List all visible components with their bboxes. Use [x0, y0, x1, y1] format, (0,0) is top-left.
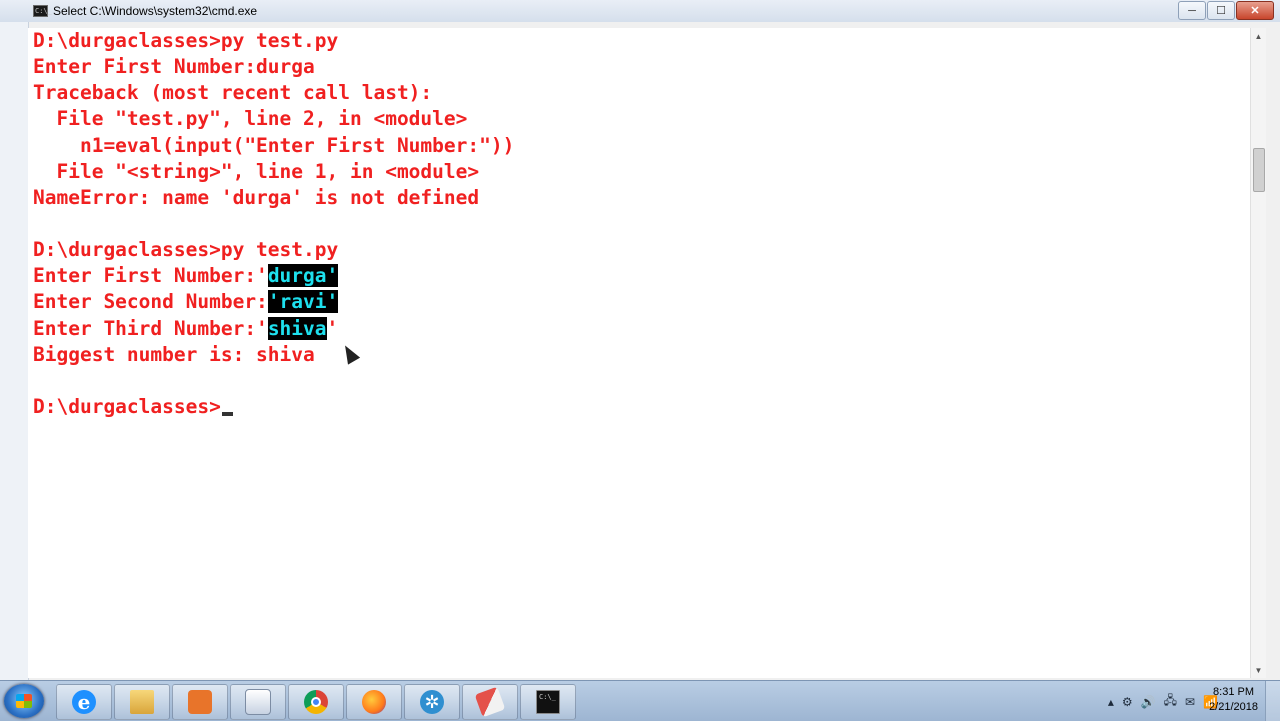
- taskbar-settings-app[interactable]: ✲: [404, 684, 460, 720]
- console-lines: D:\durgaclasses>py test.py Enter First N…: [33, 28, 514, 420]
- console-line: Traceback (most recent call last):: [33, 81, 433, 105]
- command-prompt-icon: C:\_: [536, 690, 560, 714]
- console-line: File "test.py", line 2, in <module>: [33, 107, 468, 131]
- taskbar-clock[interactable]: 8:31 PM 2/21/2018: [1209, 685, 1258, 715]
- input-prompt-text: Enter Second Number:: [33, 290, 268, 314]
- taskbar-eraser-app[interactable]: [462, 684, 518, 720]
- clock-date: 2/21/2018: [1209, 701, 1258, 713]
- window-title-bar[interactable]: C:\_ Select C:\Windows\system32\cmd.exe …: [0, 0, 1280, 23]
- console-line: Enter First Number:durga: [33, 55, 315, 79]
- firefox-icon: [362, 690, 386, 714]
- console-line-second-input: Enter Second Number:'ravi': [33, 289, 514, 315]
- settings-gear-icon: ✲: [420, 690, 444, 714]
- internet-explorer-icon: e: [72, 690, 96, 714]
- input-prompt-text: Enter First Number:': [33, 264, 268, 288]
- scroll-up-arrow-icon[interactable]: ▲: [1251, 28, 1266, 44]
- scroll-down-arrow-icon[interactable]: ▼: [1251, 662, 1266, 678]
- taskbar-internet-explorer[interactable]: e: [56, 684, 112, 720]
- window-controls: ─ ☐ ✕: [1177, 1, 1274, 20]
- start-button[interactable]: [4, 684, 44, 718]
- documents-icon: [245, 689, 271, 715]
- console-line: D:\durgaclasses>py test.py: [33, 238, 339, 262]
- console-line-third-input: Enter Third Number:'shiva': [33, 316, 514, 342]
- console-line-blank: [33, 368, 514, 394]
- chrome-icon: [304, 690, 328, 714]
- eraser-icon: [474, 686, 506, 718]
- clock-time: 8:31 PM: [1213, 686, 1255, 698]
- console-line-result: Biggest number is: shiva: [33, 342, 315, 366]
- selected-text[interactable]: shiva: [267, 316, 327, 340]
- console-line: n1=eval(input("Enter First Number:")): [33, 133, 515, 157]
- windows-logo-icon: [16, 694, 32, 708]
- action-center-icon[interactable]: ✉: [1185, 695, 1195, 709]
- media-player-icon: [188, 690, 212, 714]
- selected-text[interactable]: durga': [267, 264, 339, 288]
- input-trailing-text: ': [326, 316, 339, 340]
- taskbar-file-explorer[interactable]: [114, 684, 170, 720]
- show-desktop-button[interactable]: [1265, 681, 1280, 721]
- volume-icon[interactable]: 🔊: [1141, 695, 1156, 709]
- taskbar-chrome[interactable]: [288, 684, 344, 720]
- vertical-scrollbar[interactable]: ▲ ▼: [1250, 28, 1266, 678]
- console-line: NameError: name 'durga' is not defined: [33, 185, 480, 209]
- selected-text[interactable]: 'ravi': [267, 290, 339, 314]
- window-title: Select C:\Windows\system32\cmd.exe: [53, 4, 258, 18]
- show-hidden-icons-icon[interactable]: ▴: [1108, 695, 1114, 709]
- console-prompt-line[interactable]: D:\durgaclasses>: [33, 394, 514, 420]
- cmd-window-icon[interactable]: C:\_: [33, 5, 52, 17]
- scrollbar-thumb[interactable]: [1253, 148, 1265, 192]
- folder-icon: [130, 690, 154, 714]
- input-prompt-text: Enter Third Number:': [33, 316, 268, 340]
- text-caret: [221, 411, 233, 416]
- maximize-button[interactable]: ☐: [1207, 1, 1235, 20]
- close-button[interactable]: ✕: [1236, 1, 1274, 20]
- taskbar-media-player[interactable]: [172, 684, 228, 720]
- console-line-first-input: Enter First Number:'durga': [33, 263, 514, 289]
- network-icon[interactable]: 🖧: [1164, 691, 1177, 712]
- console-output-area[interactable]: D:\durgaclasses>py test.py Enter First N…: [28, 28, 1252, 678]
- console-frame: D:\durgaclasses>py test.py Enter First N…: [0, 22, 1280, 680]
- taskbar-firefox[interactable]: [346, 684, 402, 720]
- window-left-edge: [0, 22, 29, 680]
- minimize-button[interactable]: ─: [1178, 1, 1206, 20]
- console-line: D:\durgaclasses>py test.py: [33, 29, 339, 52]
- taskbar-command-prompt[interactable]: C:\_: [520, 684, 576, 720]
- taskbar-documents[interactable]: [230, 684, 286, 720]
- command-prompt: D:\durgaclasses>: [33, 394, 221, 418]
- system-tray: ▴ ⚙ 🔊 🖧 ✉ 📶: [1108, 691, 1218, 712]
- console-line: File "<string>", line 1, in <module>: [33, 159, 480, 183]
- taskbar: e ✲ C:\_ ▴ ⚙ 🔊 🖧 ✉ 📶 8:31 PM 2/21/2018: [0, 680, 1280, 721]
- tray-settings-icon[interactable]: ⚙: [1122, 695, 1133, 709]
